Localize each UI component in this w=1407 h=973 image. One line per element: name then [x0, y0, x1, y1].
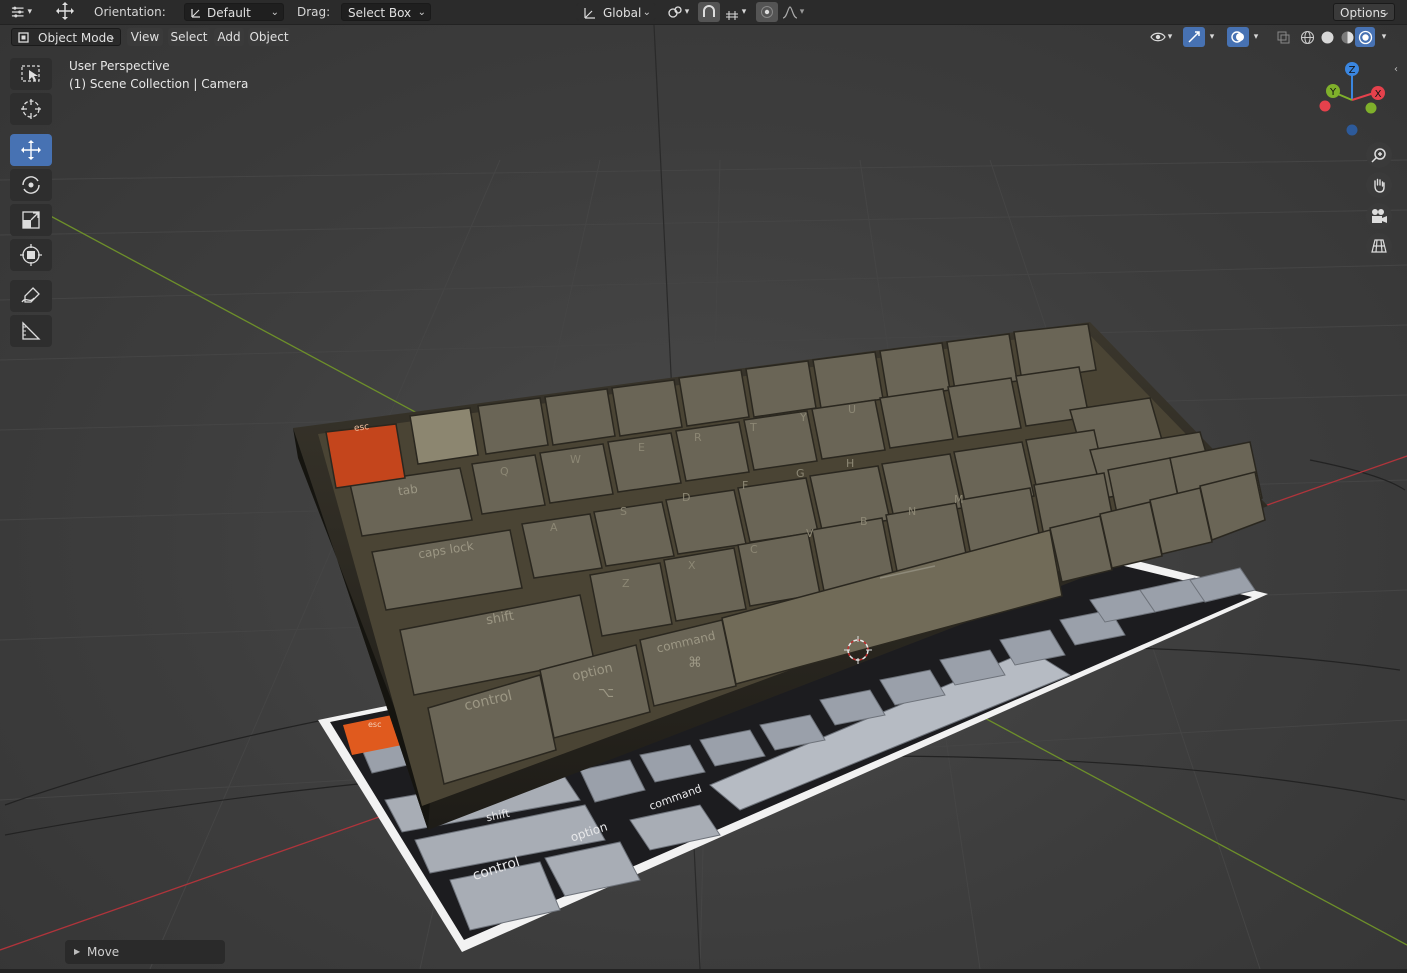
grid-perspective-icon [1371, 239, 1387, 253]
move-icon [21, 140, 41, 160]
overlays-icon[interactable] [1227, 27, 1249, 47]
status-bar [0, 969, 1407, 973]
select-box-icon [21, 65, 40, 82]
hand-icon [1374, 178, 1385, 193]
gizmo-neg-y [1365, 102, 1377, 114]
last-operator-panel[interactable]: ▶ Move [65, 940, 225, 964]
chevron-down-icon[interactable]: ▾ [1205, 27, 1219, 47]
options-dropdown[interactable]: Options ⌄ [1333, 3, 1395, 21]
zoom-icon [1371, 148, 1386, 163]
menu-object[interactable]: Object [248, 28, 290, 46]
mode-value: Object Mode [38, 31, 114, 45]
proportional-edit-icon[interactable] [756, 2, 778, 22]
orientation-label: Orientation: [94, 5, 166, 19]
camera-icon [1372, 209, 1387, 223]
scene-canvas [0, 25, 1407, 969]
falloff-curve-icon[interactable]: ▾ [778, 2, 808, 22]
measure-tool[interactable] [10, 315, 52, 347]
drag-dropdown[interactable]: Select Box ⌄ [341, 3, 431, 21]
chevron-down-icon[interactable]: ▾ [1249, 27, 1263, 47]
chevron-down-icon: ⌄ [270, 7, 279, 18]
xray-icon[interactable] [1273, 27, 1293, 47]
view-name: User Perspective [69, 59, 170, 73]
drag-label: Drag: [297, 5, 331, 19]
object-mode-icon [18, 32, 29, 43]
transform-tool[interactable] [10, 239, 52, 271]
collection-info: (1) Scene Collection | Camera [69, 77, 249, 91]
chevron-down-icon: ⌄ [417, 7, 426, 18]
pivot-point-icon[interactable]: ▾ [664, 2, 692, 22]
orientation-icon [191, 9, 200, 18]
snap-target-icon[interactable]: ▾ [720, 2, 750, 22]
viewport-header: Object Mode ⌄ View Select Add Object ▾ ▾… [0, 25, 1407, 49]
annotate-tool[interactable] [10, 280, 52, 312]
move-tool[interactable] [10, 134, 52, 166]
cursor-tool[interactable] [10, 93, 52, 125]
chevron-down-icon: ⌄ [1381, 7, 1390, 18]
zoom-view-button[interactable] [1366, 142, 1392, 168]
transform-orientation-dropdown[interactable]: Global ⌄ [576, 3, 656, 21]
drag-value: Select Box [348, 6, 412, 20]
menu-add[interactable]: Add [214, 28, 244, 46]
gizmo-toggle-icon[interactable] [1183, 27, 1205, 47]
orientation-value: Default [207, 6, 251, 20]
mode-dropdown[interactable]: Object Mode ⌄ [11, 28, 121, 46]
operator-label: Move [87, 945, 120, 959]
wireframe-shading-icon[interactable] [1297, 27, 1317, 47]
chevron-down-icon[interactable]: ▾ [1377, 27, 1391, 47]
orientation-dropdown[interactable]: Default ⌄ [184, 3, 284, 21]
gizmo-neg-z [1346, 124, 1358, 136]
esc-keycap [325, 423, 406, 489]
sidebar-toggle-icon[interactable]: ‹ [1394, 64, 1398, 75]
tool-header: ▾ Orientation: Default ⌄ Drag: Select Bo… [0, 0, 1407, 25]
pencil-icon [21, 287, 40, 303]
scale-icon [22, 211, 40, 229]
gizmo-z-label: Z [1349, 65, 1356, 76]
gizmo-y-label: Y [1329, 87, 1337, 98]
toggle-perspective-button[interactable] [1366, 233, 1392, 259]
select-box-tool[interactable] [10, 58, 52, 90]
menu-view[interactable]: View [127, 28, 163, 46]
ruler-icon [22, 321, 41, 340]
expand-triangle-icon: ▶ [74, 947, 81, 956]
camera-view-button[interactable] [1366, 203, 1392, 229]
gizmo-x-label: X [1375, 89, 1382, 100]
move-tool-icon[interactable] [54, 1, 76, 21]
transform-icon [20, 244, 42, 266]
menu-select[interactable]: Select [168, 28, 210, 46]
options-label: Options [1340, 6, 1387, 20]
chevron-down-icon: ⌄ [107, 32, 116, 43]
gizmo-neg-x [1319, 100, 1331, 112]
rotate-icon [22, 176, 40, 194]
material-shading-icon[interactable] [1337, 27, 1357, 47]
axis-icon [584, 8, 595, 19]
tool-settings-icon[interactable]: ▾ [10, 2, 32, 22]
3d-viewport[interactable]: esc tab caps lock shift control option ⌥… [0, 25, 1407, 969]
solid-shading-icon[interactable] [1317, 27, 1337, 47]
sliders-icon [11, 6, 24, 18]
chevron-down-icon: ⌄ [642, 7, 651, 18]
navigation-gizmo[interactable]: Z X Y [1310, 58, 1390, 138]
snap-toggle-icon[interactable] [698, 2, 720, 22]
transform-orientation-value: Global [603, 6, 642, 20]
pan-view-button[interactable] [1366, 172, 1392, 198]
visibility-icon[interactable]: ▾ [1145, 27, 1177, 47]
rotate-tool[interactable] [10, 169, 52, 201]
rendered-shading-icon[interactable] [1355, 27, 1375, 47]
cursor-icon [21, 99, 41, 119]
scale-tool[interactable] [10, 204, 52, 236]
